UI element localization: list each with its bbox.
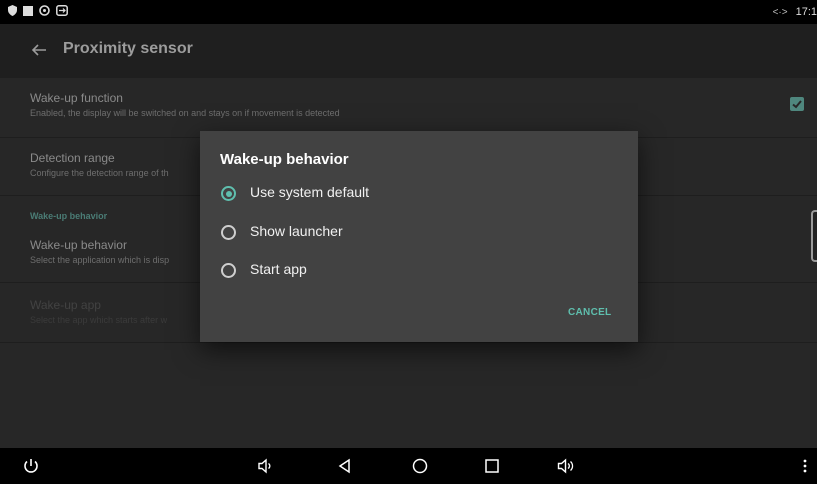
wake-up-checkbox[interactable] [790,97,804,111]
radio-unselected-icon[interactable] [221,225,236,240]
pref-summary: Configure the detection range of th [30,168,169,178]
category-header: Wake-up behavior [30,211,108,221]
page-title: Proximity sensor [63,40,193,57]
pref-title: Wake-up function [30,91,123,105]
navigation-bar [0,448,817,484]
back-icon[interactable] [336,457,354,475]
pref-title: Detection range [30,151,115,165]
option-label: Show launcher [250,223,343,239]
settings-screen: Proximity sensor Wake-up function Enable… [0,24,817,448]
remote-control-icon [56,5,68,16]
pref-summary: Enabled, the display will be switched on… [30,108,340,118]
recents-icon[interactable] [483,457,501,475]
status-right: <·> 17:1 [773,6,817,18]
edge-drawer-handle[interactable] [811,210,817,262]
clock: 17:1 [795,6,817,18]
notification-square-icon [23,5,33,16]
network-activity-icon: <·> [772,6,788,18]
radio-unselected-icon[interactable] [221,263,236,278]
more-vert-icon[interactable] [800,457,810,475]
dialog-title: Wake-up behavior [220,151,349,168]
sync-circle-icon [39,5,50,16]
volume-down-icon[interactable] [256,457,274,475]
status-left-icons [8,5,68,16]
home-icon[interactable] [411,457,429,475]
volume-up-icon[interactable] [557,457,575,475]
option-use-system-default[interactable]: Use system default [220,181,620,207]
pref-wake-up-function[interactable]: Wake-up function Enabled, the display wi… [0,78,817,138]
pref-title: Wake-up behavior [30,238,127,252]
option-label: Use system default [250,184,370,200]
pref-summary: Select the app which starts after w [30,315,168,325]
pref-summary: Select the application which is disp [30,255,170,265]
cancel-button[interactable]: CANCEL [568,307,611,318]
power-icon[interactable] [22,457,40,475]
status-bar: <·> 17:1 [0,0,817,24]
app-bar: Proximity sensor [0,24,817,78]
pref-title: Wake-up app [30,298,101,312]
wake-up-behavior-dialog: Wake-up behavior Use system default Show… [200,131,638,342]
back-arrow-icon[interactable] [31,42,47,58]
shield-icon [8,5,17,16]
option-label: Start app [250,261,307,277]
option-show-launcher[interactable]: Show launcher [220,220,620,246]
option-start-app[interactable]: Start app [220,258,620,284]
radio-selected-icon[interactable] [221,186,236,201]
